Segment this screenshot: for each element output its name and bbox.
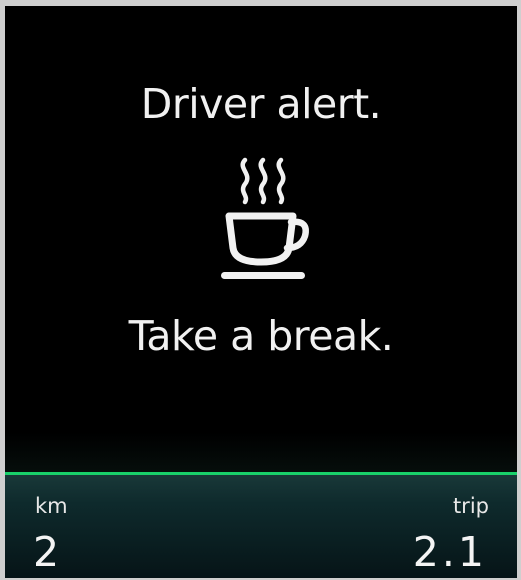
- km-value: 2: [33, 528, 60, 576]
- trip-value: 2.1: [412, 528, 487, 576]
- coffee-cup-icon: [221, 157, 309, 279]
- display-frame: Driver alert. Take a break. km trip 2 2.…: [0, 0, 521, 580]
- info-bar-accent-line: [5, 472, 517, 475]
- trip-label: trip: [452, 494, 489, 518]
- info-bar-glow: [5, 432, 517, 472]
- alert-title: Driver alert.: [140, 80, 382, 128]
- alert-message: Take a break.: [128, 312, 394, 360]
- cluster-screen: Driver alert. Take a break. km trip 2 2.…: [5, 6, 517, 578]
- km-label: km: [35, 494, 68, 518]
- info-bar: km trip 2 2.1: [5, 432, 517, 578]
